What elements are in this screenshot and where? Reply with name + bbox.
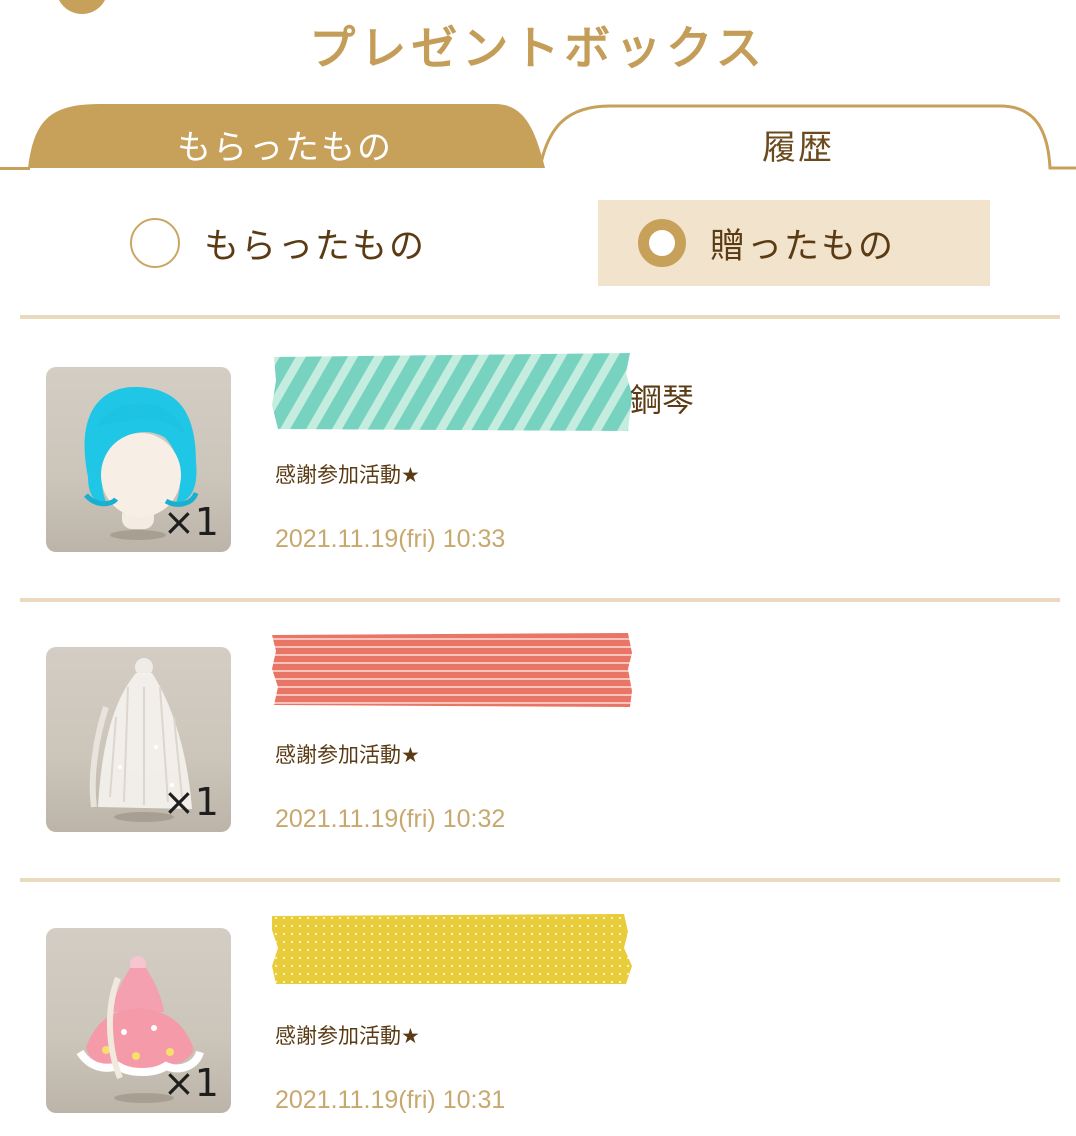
radio-selected-icon[interactable] (638, 219, 686, 267)
history-entry[interactable]: ×1 感謝参加活動★ 2021.11.19(fri) 10:32 (0, 633, 1076, 907)
history-entry[interactable]: ×1 感謝参加活動★ 2021.11.19(fri) 10:31 (0, 914, 1076, 1136)
tab-history[interactable]: 履歴 (548, 120, 1048, 169)
item-thumbnail[interactable]: ×1 (46, 367, 231, 552)
item-thumbnail[interactable]: ×1 (46, 928, 231, 1113)
filter-received-label: もらったもの (204, 226, 427, 267)
gift-note: 感謝参加活動★ (275, 1024, 420, 1048)
divider (20, 878, 1060, 882)
gift-timestamp: 2021.11.19(fri) 10:32 (275, 805, 506, 833)
tab-received[interactable]: もらったもの (30, 120, 540, 169)
filter-sent-label: 贈ったもの (710, 226, 896, 267)
recipient-name: 鋼琴 (630, 381, 695, 419)
tab-bar: もらったもの 履歴 (0, 100, 1076, 172)
name-mask-tape (272, 633, 632, 707)
item-thumbnail[interactable]: ×1 (46, 647, 231, 832)
gift-note: 感謝参加活動★ (275, 743, 420, 767)
item-quantity: ×1 (162, 1061, 219, 1105)
gift-timestamp: 2021.11.19(fri) 10:33 (275, 525, 506, 553)
radio-unselected-icon[interactable] (130, 218, 180, 268)
name-mask-tape (272, 353, 632, 431)
item-quantity: ×1 (162, 500, 219, 544)
gift-timestamp: 2021.11.19(fri) 10:31 (275, 1086, 506, 1114)
name-mask-tape (272, 914, 632, 984)
divider (20, 315, 1060, 319)
filter-sent-option[interactable]: 贈ったもの (598, 200, 990, 286)
history-entry[interactable]: ×1 鋼琴 感謝参加活動★ 2021.11.19(fri) 10:33 (0, 353, 1076, 627)
divider (20, 598, 1060, 602)
page-title: プレゼントボックス (309, 21, 767, 75)
item-quantity: ×1 (162, 780, 219, 824)
filter-received-option[interactable]: もらったもの (110, 200, 510, 286)
gift-note: 感謝参加活動★ (275, 463, 420, 487)
